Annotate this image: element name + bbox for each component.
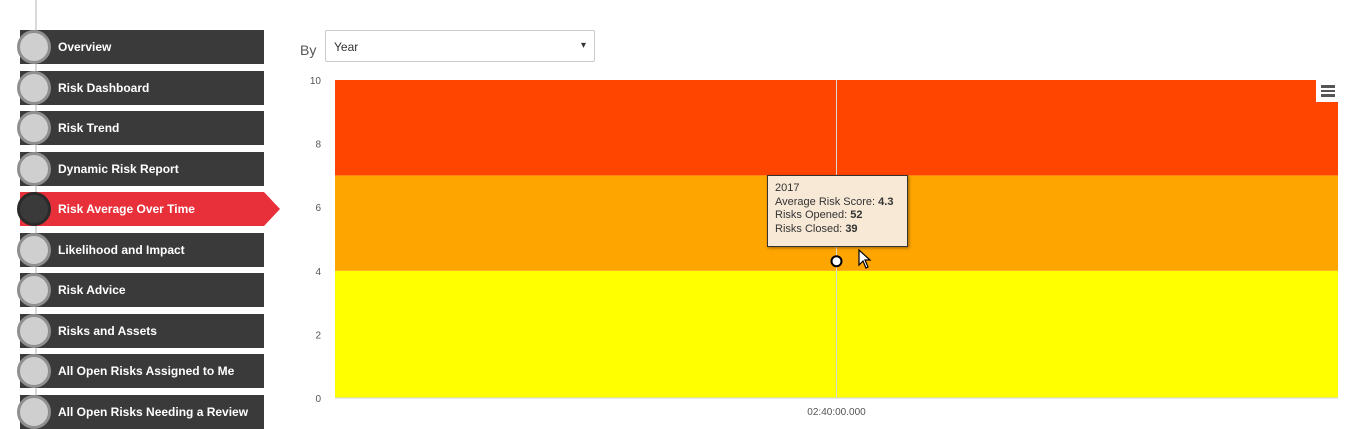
sidebar-item-label: Risk Average Over Time — [58, 202, 195, 216]
risk-average-page: Overview Risk Dashboard Risk Trend Dynamic … — [0, 0, 1353, 429]
sidebar-item-label: All Open Risks Assigned to Me — [58, 364, 235, 378]
y-tick-label-0: 0 — [315, 394, 321, 405]
nav-circle-icon — [17, 394, 51, 429]
y-tick-label-4: 8 — [315, 140, 321, 151]
mouse-pointer-icon — [858, 249, 872, 269]
sidebar-item-label: Risk Dashboard — [58, 80, 150, 95]
risk-average-chart: 0 2 4 6 8 10 02:40:00.000 — [295, 70, 1353, 429]
sidebar-item-risks-and-assets[interactable]: Risks and Assets — [17, 313, 264, 348]
sidebar-item-all-open-risks-needing-a-review[interactable]: All Open Risks Needing a Review — [17, 394, 264, 429]
report-sidebar: Overview Risk Dashboard Risk Trend Dynamic … — [0, 0, 290, 429]
sidebar-item-label: Risk Advice — [58, 283, 126, 297]
sidebar-item-label: Overview — [58, 40, 112, 54]
sidebar-item-label: All Open Risks Needing a Review — [58, 404, 249, 419]
nav-circle-icon — [17, 192, 51, 226]
tooltip-closed-row: Risks Closed: 39 — [775, 222, 858, 235]
nav-circle-icon — [17, 111, 51, 145]
tooltip-avg-row: Average Risk Score: 4.3 — [775, 195, 894, 208]
sidebar-item-label: Risk Trend — [58, 121, 120, 135]
chevron-down-icon: ▾ — [580, 40, 586, 51]
data-point-0 — [830, 255, 843, 268]
tooltip-avg-value: 4.3 — [878, 195, 894, 208]
period-select[interactable]: Year ▾ — [325, 30, 595, 62]
tooltip-opened-value: 52 — [850, 209, 863, 221]
nav-circle-icon — [17, 70, 51, 105]
tooltip-title: 2017 — [775, 182, 800, 194]
y-tick-label-3: 6 — [315, 203, 321, 214]
nav-circle-icon — [17, 354, 51, 388]
sidebar-item-all-open-risks-assigned-to-me[interactable]: All Open Risks Assigned to Me — [17, 354, 264, 388]
tooltip-opened-row: Risks Opened: 52 — [775, 209, 863, 221]
nav-circle-icon — [17, 313, 51, 348]
sidebar-item-label: Risks and Assets — [58, 323, 157, 338]
sidebar-item-risk-dashboard[interactable]: Risk Dashboard — [17, 70, 264, 105]
sidebar-item-label: Likelihood and Impact — [58, 242, 185, 257]
nav-circle-icon — [17, 151, 51, 186]
sidebar-item-dynamic-risk-report[interactable]: Dynamic Risk Report — [17, 151, 264, 186]
nav-circle-icon — [17, 30, 51, 64]
y-tick-label-5: 10 — [310, 76, 322, 87]
period-select-value: Year — [334, 40, 359, 54]
nav-circle-icon — [17, 273, 51, 307]
by-label: By — [300, 42, 317, 58]
chart-svg: 0 2 4 6 8 10 02:40:00.000 — [310, 76, 1338, 418]
sidebar-item-likelihood-and-impact[interactable]: Likelihood and Impact — [17, 232, 264, 267]
sidebar-item-risk-average-over-time[interactable]: Risk Average Over Time — [17, 192, 280, 226]
hamburger-menu-icon[interactable] — [1316, 80, 1340, 102]
sidebar-item-label: Dynamic Risk Report — [58, 161, 179, 176]
y-tick-label-2: 4 — [315, 267, 321, 278]
tooltip-closed-value: 39 — [845, 222, 858, 235]
sidebar-item-overview[interactable]: Overview — [17, 30, 264, 64]
nav-circle-icon — [17, 232, 51, 267]
y-tick-label-1: 2 — [315, 330, 321, 341]
chart-tooltip: 2017 Average Risk Score: 4.3 Risks Opene… — [767, 175, 908, 247]
sidebar-item-risk-trend[interactable]: Risk Trend — [17, 111, 264, 145]
x-tick-label-0: 02:40:00.000 — [807, 407, 866, 418]
sidebar-item-risk-advice[interactable]: Risk Advice — [17, 273, 264, 307]
